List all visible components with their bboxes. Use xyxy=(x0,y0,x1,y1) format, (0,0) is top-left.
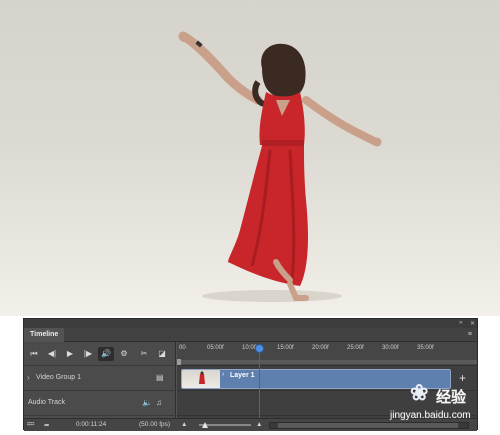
zoom-in-mountain-icon[interactable]: ▲ xyxy=(256,421,262,428)
dancer-image xyxy=(178,31,382,302)
tab-bar: Timeline ≡ xyxy=(24,328,477,342)
zoom-out-mountain-icon[interactable]: ▲ xyxy=(181,421,187,428)
settings-gear-icon[interactable]: ⚙ xyxy=(116,347,132,361)
ruler-tick-label: 35:00f xyxy=(417,345,434,351)
close-panel-icon[interactable]: ✕ xyxy=(470,320,475,327)
current-timecode[interactable]: 0:00:11:24 xyxy=(76,421,106,428)
render-video-icon[interactable]: ⌗⌗ xyxy=(27,421,34,429)
work-area-start-handle[interactable] xyxy=(177,359,181,365)
ruler-tick-label: 20:00f xyxy=(312,345,329,351)
playhead-handle[interactable] xyxy=(255,344,264,353)
ruler-tick-label: 00 xyxy=(179,345,186,351)
frame-rate: (50.00 fps) xyxy=(139,421,171,428)
transition-icon[interactable]: ◪ xyxy=(154,347,170,361)
playback-controls: ⏮ ◀| ▶ |▶ 🔊 ⚙ ✂ ◪ xyxy=(24,342,176,366)
work-area-bar[interactable] xyxy=(177,360,477,364)
paw-logo-icon: ❀ xyxy=(410,380,429,405)
playhead-line xyxy=(259,348,260,418)
time-ruler[interactable]: 00 05:00f 10:00f 15:00f 20:00f 25:00f 30… xyxy=(177,342,477,366)
ruler-tick-label: 25:00f xyxy=(347,345,364,351)
video-preview xyxy=(0,0,500,316)
clip-thumbnail xyxy=(182,370,220,388)
collapse-panel-icon[interactable]: ›› xyxy=(459,320,463,326)
track-name: Video Group 1 xyxy=(36,374,82,381)
watermark-brand: 经验 xyxy=(436,389,467,406)
music-note-icon[interactable]: ♫ xyxy=(156,398,162,407)
previous-frame-icon[interactable]: ◀| xyxy=(44,347,60,361)
ruler-tick-label: 15:00f xyxy=(277,345,294,351)
mute-audio-icon[interactable]: 🔊 xyxy=(98,347,114,361)
ruler-tick-label: 05:00f xyxy=(207,345,224,351)
clip-label: Layer 1 xyxy=(230,372,255,379)
play-icon[interactable]: ▶ xyxy=(62,347,78,361)
track-header-column: ⏮ ◀| ▶ |▶ 🔊 ⚙ ✂ ◪ › Video Group 1 ▤ Audi… xyxy=(24,342,176,418)
film-strip-icon[interactable]: ▤ xyxy=(156,373,164,382)
chevron-right-icon[interactable]: › xyxy=(222,371,224,378)
go-to-first-frame-icon[interactable]: ⏮ xyxy=(26,347,42,361)
track-name: Audio Track xyxy=(28,399,65,406)
tab-timeline[interactable]: Timeline xyxy=(24,328,65,342)
split-at-playhead-icon[interactable]: ✂ xyxy=(136,347,152,361)
speaker-icon[interactable]: 🔈 xyxy=(142,398,152,407)
convert-arrow-icon[interactable]: ➦ xyxy=(44,421,49,429)
panel-title-strip: ›› ✕ xyxy=(24,319,477,328)
watermark-url: jingyan.baidu.com xyxy=(390,410,471,421)
ruler-tick-label: 30:00f xyxy=(382,345,399,351)
zoom-slider-thumb[interactable] xyxy=(202,422,208,428)
track-row-video-group[interactable]: › Video Group 1 ▤ xyxy=(24,366,176,391)
chevron-right-icon[interactable]: › xyxy=(27,373,30,382)
panel-menu-icon[interactable]: ≡ xyxy=(468,331,472,338)
track-row-audio[interactable]: Audio Track 🔈 ♫ xyxy=(24,391,176,416)
next-frame-icon[interactable]: |▶ xyxy=(80,347,96,361)
watermark: ❀ 经验 jingyan.baidu.com xyxy=(388,380,498,432)
